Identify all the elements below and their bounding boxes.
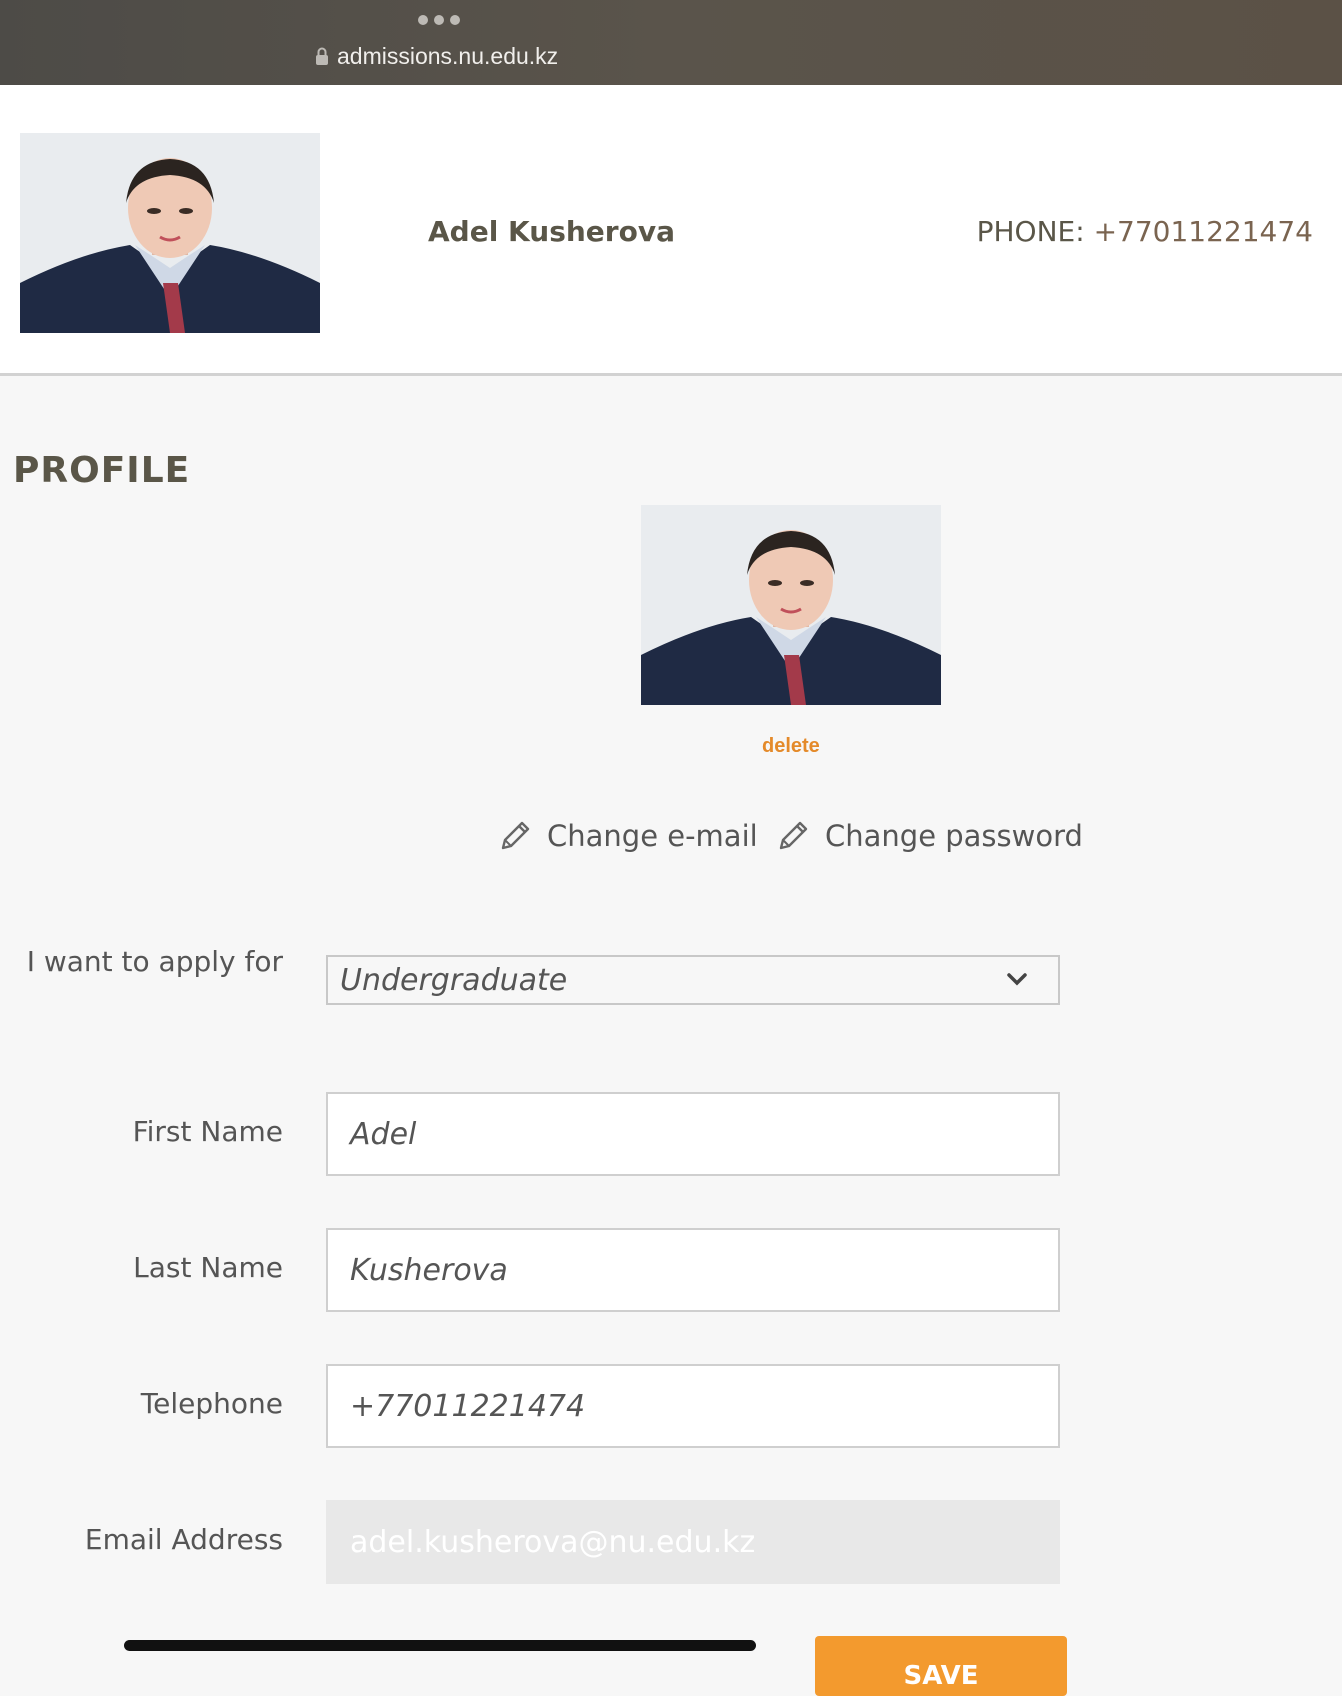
profile-photo-image — [641, 505, 941, 705]
url-text: admissions.nu.edu.kz — [337, 42, 559, 69]
telephone-input[interactable]: +77011221474 — [326, 1364, 1060, 1448]
profile-header: Adel Kusherova PHONE: +77011221474 — [0, 85, 1342, 376]
lock-icon — [316, 47, 328, 65]
change-password-link[interactable]: Change password — [775, 818, 1083, 854]
home-indicator — [124, 1640, 756, 1651]
page-title: PROFILE — [13, 450, 191, 491]
last-name-label: Last Name — [133, 1251, 283, 1284]
pencil-icon — [779, 821, 808, 850]
profile-photo — [641, 505, 941, 705]
pencil-icon — [501, 821, 530, 850]
program-select[interactable]: Undergraduate — [326, 955, 1060, 1005]
profile-photo-image — [20, 133, 320, 333]
chevron-down-icon — [1007, 973, 1027, 986]
change-email-link[interactable]: Change e-mail — [497, 818, 758, 854]
first-name-input[interactable]: Adel — [326, 1092, 1060, 1176]
header-phone: PHONE: +77011221474 — [977, 215, 1313, 248]
browser-toolbar: admissions.nu.edu.kz — [0, 0, 1342, 85]
address-bar[interactable]: admissions.nu.edu.kz — [315, 40, 558, 72]
change-email-label: Change e-mail — [547, 819, 758, 853]
phone-label: PHONE: — [976, 215, 1085, 248]
avatar — [20, 133, 320, 333]
delete-photo-link[interactable]: delete — [762, 735, 820, 758]
last-name-input[interactable]: Kusherova — [326, 1228, 1060, 1312]
change-password-label: Change password — [825, 819, 1083, 853]
applicant-name: Adel Kusherova — [428, 215, 675, 248]
program-select-value: Undergraduate — [340, 962, 568, 998]
phone-value: +77011221474 — [1093, 215, 1313, 248]
email-label: Email Address — [84, 1523, 283, 1556]
save-button[interactable]: SAVE — [815, 1636, 1067, 1696]
more-dots-icon[interactable] — [418, 15, 460, 25]
apply-for-label: I want to apply for — [26, 945, 283, 978]
first-name-label: First Name — [132, 1115, 283, 1148]
email-input: adel.kusherova@nu.edu.kz — [326, 1500, 1060, 1584]
telephone-label: Telephone — [140, 1387, 283, 1420]
